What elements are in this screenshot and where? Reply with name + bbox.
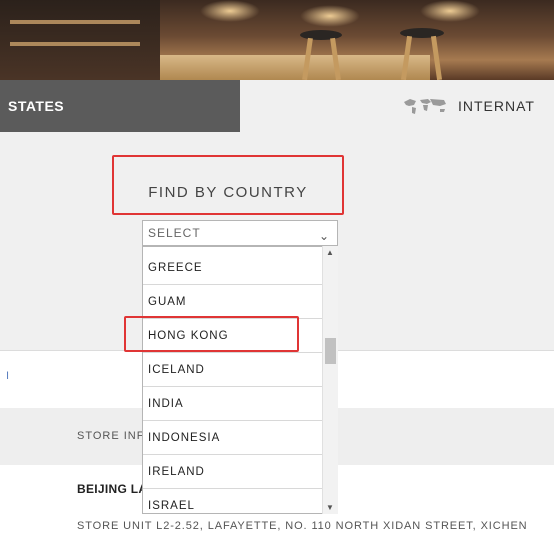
world-map-icon (404, 99, 446, 114)
store-hero-photo (0, 0, 554, 80)
find-by-country-heading: FIND BY COUNTRY (112, 155, 344, 215)
country-dropdown-list[interactable]: GREECE GUAM HONG KONG ICELAND INDIA INDO… (142, 246, 338, 514)
store-info-label: STORE INF (77, 430, 145, 442)
country-option-greece[interactable]: GREECE (143, 251, 323, 285)
hong-kong-highlight-box (124, 316, 299, 352)
country-option-ireland[interactable]: IRELAND (143, 455, 323, 489)
scrollbar-thumb[interactable] (325, 338, 336, 364)
left-edge-marker: I (6, 370, 10, 382)
country-option-israel[interactable]: ISRAEL (143, 489, 323, 513)
tab-international[interactable]: INTERNAT (400, 80, 535, 132)
country-option-iceland[interactable]: ICELAND (143, 353, 323, 387)
dropdown-scrollbar[interactable]: ▲ ▼ (322, 246, 338, 514)
scroll-down-arrow-icon[interactable]: ▼ (326, 503, 334, 512)
tab-international-label: INTERNAT (458, 98, 535, 114)
store-address: STORE UNIT L2-2.52, LAFAYETTE, NO. 110 N… (77, 520, 528, 532)
chevron-down-icon: ⌄ (318, 229, 330, 243)
country-option-guam[interactable]: GUAM (143, 285, 323, 319)
store-name: BEIJING LA (77, 482, 148, 496)
country-option-india[interactable]: INDIA (143, 387, 323, 421)
country-option-indonesia[interactable]: INDONESIA (143, 421, 323, 455)
country-select[interactable]: SELECT ⌄ (142, 220, 338, 246)
find-by-country-text: FIND BY COUNTRY (148, 184, 308, 201)
tab-states[interactable]: STATES (0, 80, 240, 132)
scroll-up-arrow-icon[interactable]: ▲ (326, 248, 334, 257)
country-select-value: SELECT (148, 226, 201, 240)
